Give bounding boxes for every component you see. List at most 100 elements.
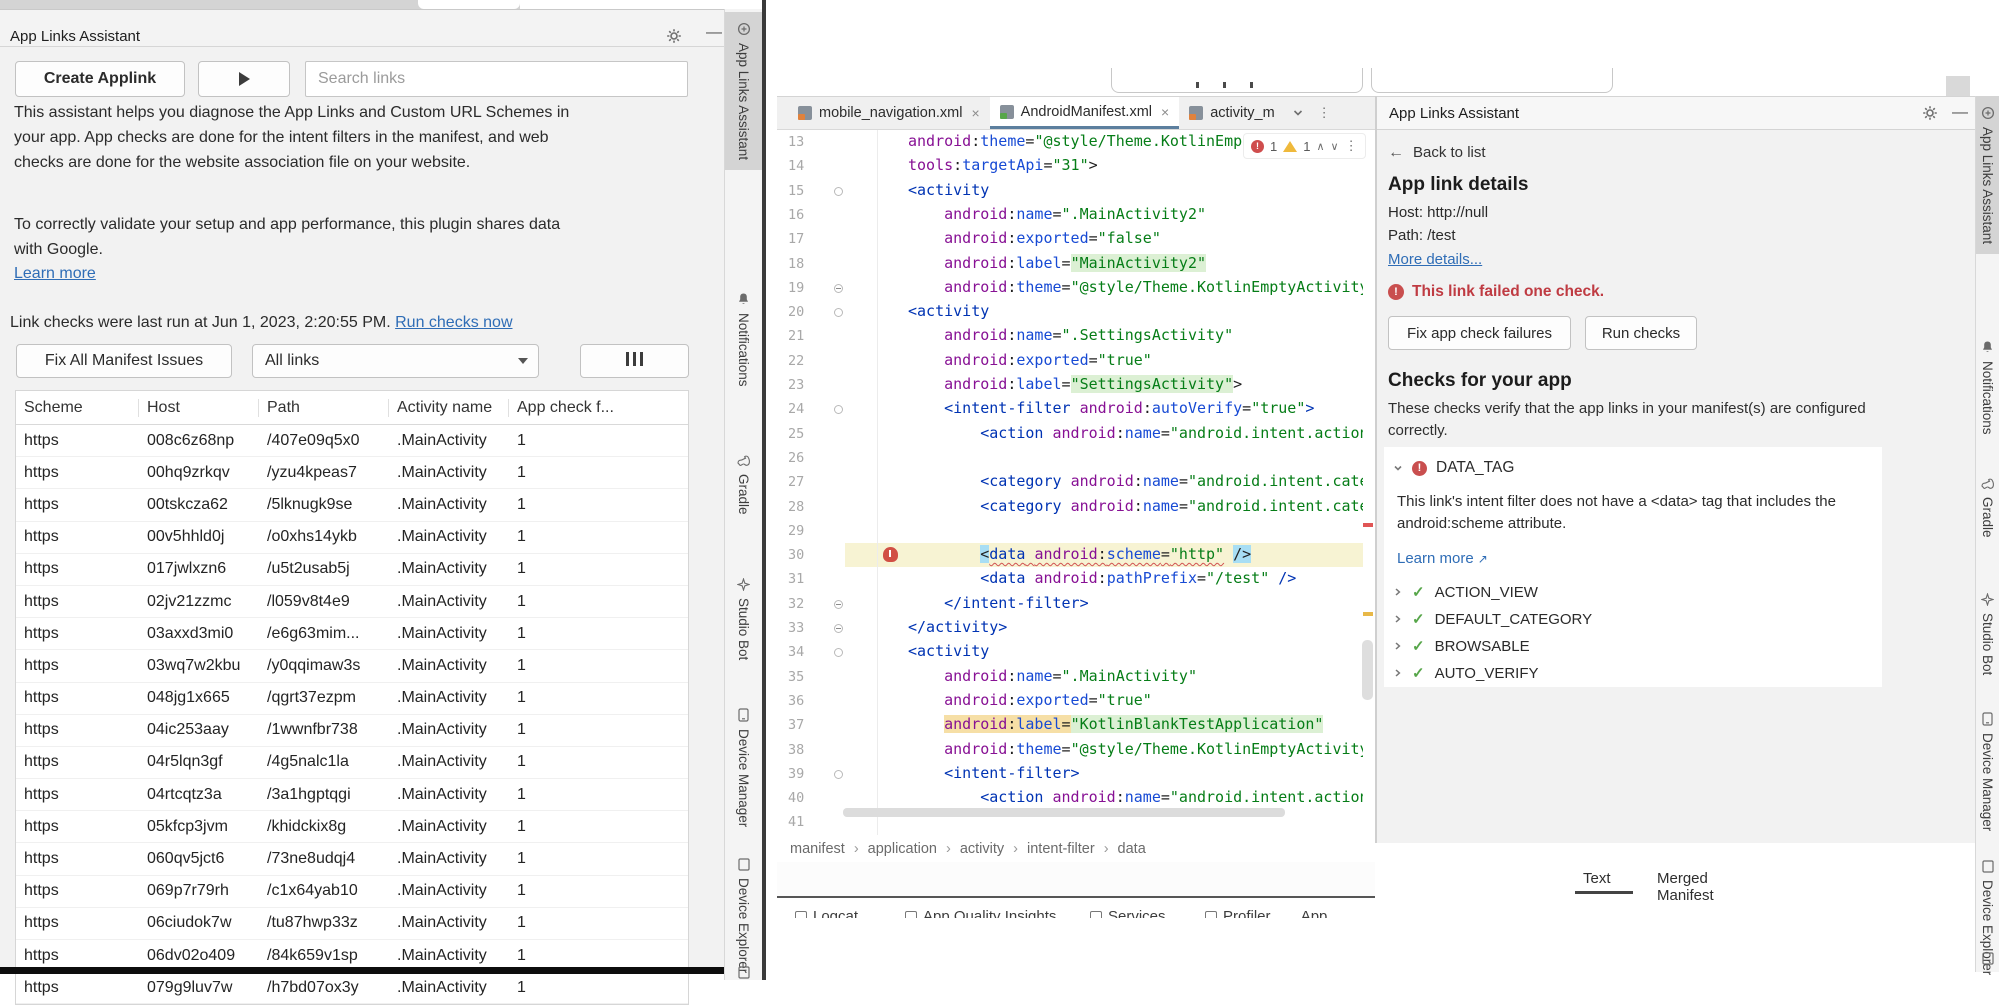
table-row[interactable]: https00hq9zrkqv/yzu4kpeas7.MainActivity1 bbox=[16, 457, 688, 489]
code-editor[interactable]: 13android:theme="@style/Theme.KotlinEmp1… bbox=[777, 130, 1363, 835]
tool-window-button-app-inspection[interactable]: App Inspection bbox=[1285, 908, 1377, 918]
quickfix-bulb-icon[interactable] bbox=[883, 547, 898, 562]
breadcrumb-item[interactable]: data bbox=[1118, 841, 1146, 857]
chevron-down-icon[interactable] bbox=[1285, 97, 1311, 129]
back-to-list-link[interactable]: ←Back to list bbox=[1388, 144, 1486, 162]
sidebar-tab-device-manager[interactable]: Device Manager bbox=[725, 698, 762, 837]
sidebar-tab-device-explorer[interactable]: Device Explorer bbox=[725, 848, 762, 983]
fold-marker[interactable] bbox=[834, 770, 843, 779]
fold-marker[interactable] bbox=[834, 624, 843, 633]
create-applink-button[interactable]: Create Applink bbox=[15, 61, 185, 97]
fix-all-manifest-issues-button[interactable]: Fix All Manifest Issues bbox=[16, 344, 232, 378]
sidebar-tab-device-explorer[interactable]: Device Explorer bbox=[1976, 850, 1999, 985]
table-row[interactable]: https04rtcqtz3a/3a1hgptqgi.MainActivity1 bbox=[16, 779, 688, 811]
column-header[interactable]: Path bbox=[259, 399, 389, 417]
next-issue-icon[interactable]: ∨ bbox=[1331, 140, 1339, 153]
sidebar-tab-gradle[interactable]: Gradle bbox=[1976, 468, 1999, 548]
column-settings-button[interactable] bbox=[580, 344, 689, 378]
sidebar-tab-app-links-assistant[interactable]: App Links Assistant bbox=[1976, 96, 1999, 254]
more-options-icon[interactable]: ⋮ bbox=[1345, 138, 1358, 154]
run-play-button[interactable] bbox=[198, 61, 290, 97]
learn-more-link[interactable]: Learn more bbox=[14, 265, 96, 283]
table-row[interactable]: https00v5hhld0j/o0xhs14ykb.MainActivity1 bbox=[16, 522, 688, 554]
more-details-link[interactable]: More details... bbox=[1388, 251, 1482, 268]
minimize-icon[interactable]: — bbox=[706, 27, 720, 41]
close-icon[interactable]: × bbox=[1161, 104, 1169, 120]
code-line: <data android:scheme="http" /> bbox=[908, 545, 1251, 563]
check-row-default_category[interactable]: ✓DEFAULT_CATEGORY bbox=[1393, 610, 1592, 628]
breadcrumb-item[interactable]: activity bbox=[960, 841, 1004, 857]
sidebar-tab-gradle[interactable]: Gradle bbox=[725, 445, 762, 525]
fold-marker[interactable] bbox=[834, 600, 843, 609]
window-bottom-edge bbox=[0, 967, 724, 974]
fold-marker[interactable] bbox=[834, 648, 843, 657]
tool-window-button-logcat[interactable]: Logcat bbox=[795, 908, 858, 918]
fix-app-check-failures-button[interactable]: Fix app check failures bbox=[1388, 316, 1571, 350]
tool-window-button-services[interactable]: Services bbox=[1090, 908, 1166, 918]
check-row-action_view[interactable]: ✓ACTION_VIEW bbox=[1393, 583, 1538, 601]
table-row[interactable]: https03wq7w2kbu/y0qqimaw3s.MainActivity1 bbox=[16, 650, 688, 682]
minimize-icon[interactable]: — bbox=[1952, 104, 1968, 122]
run-checks-button[interactable]: Run checks bbox=[1585, 316, 1697, 350]
editor-tab-androidmanifest-xml[interactable]: AndroidManifest.xml× bbox=[990, 97, 1180, 129]
table-row[interactable]: https079g9luv7w/h7bd07ox3y.MainActivity1 bbox=[16, 972, 688, 1004]
table-row[interactable]: https04r5lqn3gf/4g5nalc1la.MainActivity1 bbox=[16, 747, 688, 779]
table-cell: 1 bbox=[509, 753, 688, 771]
table-row[interactable]: https008c6z68np/407e09q5x0.MainActivity1 bbox=[16, 425, 688, 457]
horizontal-scrollbar[interactable] bbox=[843, 808, 1285, 817]
sidebar-tab-notifications[interactable]: Notifications bbox=[725, 282, 762, 397]
search-input[interactable] bbox=[305, 61, 688, 97]
table-row[interactable]: https048jg1x665/qgrt37ezpm.MainActivity1 bbox=[16, 683, 688, 715]
gear-icon[interactable] bbox=[1922, 105, 1938, 121]
gear-icon[interactable] bbox=[666, 28, 682, 44]
column-header[interactable]: Activity name bbox=[389, 399, 509, 417]
editor-tab-activity_m[interactable]: activity_m bbox=[1179, 97, 1284, 129]
tab-text[interactable]: Text bbox=[1583, 870, 1611, 887]
table-row[interactable]: https06ciudok7w/tu87hwp33z.MainActivity1 bbox=[16, 908, 688, 940]
links-table-header[interactable]: SchemeHostPathActivity nameApp check f..… bbox=[16, 391, 688, 425]
table-row[interactable]: https069p7r79rh/c1x64yab10.MainActivity1 bbox=[16, 876, 688, 908]
bottom-splitter[interactable] bbox=[777, 896, 1375, 898]
table-row[interactable]: https060qv5jct6/73ne8udqj4.MainActivity1 bbox=[16, 843, 688, 875]
line-number: 15 bbox=[788, 183, 804, 199]
table-row[interactable]: https00tskcza62/5lknugk9se.MainActivity1 bbox=[16, 489, 688, 521]
vertical-scrollbar[interactable] bbox=[1362, 640, 1373, 700]
data-tag-check[interactable]: ! DATA_TAG bbox=[1393, 459, 1514, 477]
fold-marker[interactable] bbox=[834, 187, 843, 196]
inspection-widget[interactable]: ! 1 1 ∧ ∨ ⋮ bbox=[1243, 133, 1366, 159]
line-number: 17 bbox=[788, 231, 804, 247]
sidebar-tab-studio-bot[interactable]: Studio Bot bbox=[1976, 583, 1999, 685]
column-header[interactable]: App check f... bbox=[509, 399, 688, 417]
links-filter-dropdown[interactable]: All links bbox=[252, 344, 539, 378]
fold-marker[interactable] bbox=[834, 308, 843, 317]
table-row[interactable]: https04ic253aay/1wwnfbr738.MainActivity1 bbox=[16, 715, 688, 747]
code-line: <category android:name="android.intent.c… bbox=[908, 472, 1363, 490]
sidebar-tab-label: Notifications bbox=[736, 313, 751, 387]
fold-marker[interactable] bbox=[834, 405, 843, 414]
sidebar-tab-device-manager[interactable]: Device Manager bbox=[1976, 702, 1999, 841]
check-row-auto_verify[interactable]: ✓AUTO_VERIFY bbox=[1393, 664, 1539, 682]
column-header[interactable]: Scheme bbox=[16, 399, 139, 417]
table-row[interactable]: https017jwlxzn6/u5t2usab5j.MainActivity1 bbox=[16, 554, 688, 586]
sidebar-tab-studio-bot[interactable]: Studio Bot bbox=[725, 568, 762, 670]
close-icon[interactable]: × bbox=[971, 105, 979, 121]
more-options-icon[interactable]: ⋮ bbox=[1311, 97, 1338, 129]
learn-more-link[interactable]: Learn more↗ bbox=[1397, 550, 1488, 567]
fold-marker[interactable] bbox=[834, 284, 843, 293]
sidebar-tab-app-links-assistant[interactable]: App Links Assistant bbox=[725, 12, 762, 170]
tab-merged-manifest[interactable]: Merged Manifest bbox=[1657, 870, 1714, 904]
breadcrumb-item[interactable]: application bbox=[868, 841, 937, 857]
check-row-browsable[interactable]: ✓BROWSABLE bbox=[1393, 637, 1530, 655]
prev-issue-icon[interactable]: ∧ bbox=[1316, 140, 1324, 153]
breadcrumb-item[interactable]: intent-filter bbox=[1027, 841, 1095, 857]
tool-window-button-profiler[interactable]: Profiler bbox=[1205, 908, 1271, 918]
run-checks-now-link[interactable]: Run checks now bbox=[395, 314, 512, 331]
tool-window-button-app-quality-insights[interactable]: App Quality Insights bbox=[905, 908, 1056, 918]
editor-tab-mobile_navigation-xml[interactable]: mobile_navigation.xml× bbox=[788, 97, 990, 129]
table-row[interactable]: https02jv21zzmc/l059v8t4e9.MainActivity1 bbox=[16, 586, 688, 618]
table-row[interactable]: https05kfcp3jvm/khidckix8g.MainActivity1 bbox=[16, 811, 688, 843]
column-header[interactable]: Host bbox=[139, 399, 259, 417]
breadcrumb-item[interactable]: manifest bbox=[790, 841, 845, 857]
sidebar-tab-notifications[interactable]: Notifications bbox=[1976, 330, 1999, 445]
table-row[interactable]: https03axxd3mi0/e6g63mim....MainActivity… bbox=[16, 618, 688, 650]
